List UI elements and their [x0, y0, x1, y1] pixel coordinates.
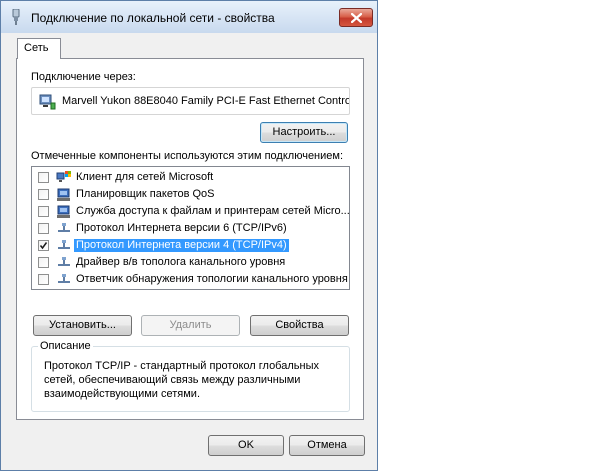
network-protocol-icon: [58, 240, 70, 249]
network-protocol-icon: [58, 223, 70, 232]
description-text: Протокол TCP/IP - стандартный протокол г…: [44, 360, 319, 400]
component-checkbox[interactable]: [38, 206, 49, 217]
network-protocol-icon: [58, 274, 70, 283]
components-label: Отмеченные компоненты используются этим …: [31, 150, 344, 162]
list-item[interactable]: Драйвер в/в тополога канального уровня: [32, 254, 349, 271]
network-connection-icon: [12, 9, 20, 25]
cancel-button[interactable]: Отмена: [289, 435, 365, 456]
checkmark-icon: [39, 242, 48, 250]
remove-button[interactable]: Удалить: [141, 315, 240, 336]
list-item[interactable]: Протокол Интернета версии 4 (TCP/IPv4): [32, 237, 349, 254]
component-checkbox[interactable]: [38, 223, 49, 234]
network-client-icon: [56, 171, 71, 182]
connect-via-label: Подключение через:: [31, 71, 136, 83]
component-label: Служба доступа к файлам и принтерам сете…: [76, 205, 350, 217]
component-checkbox[interactable]: [38, 172, 49, 183]
list-item[interactable]: Служба доступа к файлам и принтерам сете…: [32, 203, 349, 220]
list-item[interactable]: Клиент для сетей Microsoft: [32, 169, 349, 186]
component-checkbox[interactable]: [38, 240, 49, 251]
description-legend: Описание: [38, 340, 93, 352]
network-protocol-icon: [58, 257, 70, 266]
list-item[interactable]: Ответчик обнаружения топологии канальног…: [32, 271, 349, 288]
tab-network[interactable]: Сеть: [17, 38, 61, 59]
network-service-icon: [57, 205, 70, 218]
close-icon: [351, 13, 362, 23]
close-button[interactable]: [339, 8, 373, 27]
component-checkbox[interactable]: [38, 189, 49, 200]
ok-button[interactable]: OK: [208, 435, 284, 456]
properties-button[interactable]: Свойства: [250, 315, 349, 336]
network-service-icon: [57, 188, 70, 201]
adapter-name: Marvell Yukon 88E8040 Family PCI-E Fast …: [62, 95, 350, 107]
component-label: Драйвер в/в тополога канального уровня: [76, 256, 286, 268]
components-list[interactable]: Клиент для сетей Microsoft Планировщик п…: [31, 166, 350, 290]
component-checkbox[interactable]: [38, 274, 49, 285]
component-label: Протокол Интернета версии 4 (TCP/IPv4): [74, 239, 289, 252]
window-title: Подключение по локальной сети - свойства: [31, 11, 275, 25]
network-adapter-icon: [39, 94, 56, 110]
adapter-field[interactable]: Marvell Yukon 88E8040 Family PCI-E Fast …: [31, 87, 350, 115]
list-item[interactable]: Протокол Интернета версии 6 (TCP/IPv6): [32, 220, 349, 237]
component-label: Клиент для сетей Microsoft: [76, 171, 214, 183]
component-label: Планировщик пакетов QoS: [76, 188, 215, 200]
component-label: Ответчик обнаружения топологии канальног…: [76, 273, 348, 285]
install-button[interactable]: Установить...: [33, 315, 132, 336]
list-item[interactable]: Планировщик пакетов QoS: [32, 186, 349, 203]
configure-button[interactable]: Настроить...: [260, 122, 348, 143]
component-checkbox[interactable]: [38, 257, 49, 268]
tab-network-label: Сеть: [24, 42, 49, 54]
component-label: Протокол Интернета версии 6 (TCP/IPv6): [76, 222, 287, 234]
title-bar[interactable]: Подключение по локальной сети - свойства: [1, 1, 377, 33]
